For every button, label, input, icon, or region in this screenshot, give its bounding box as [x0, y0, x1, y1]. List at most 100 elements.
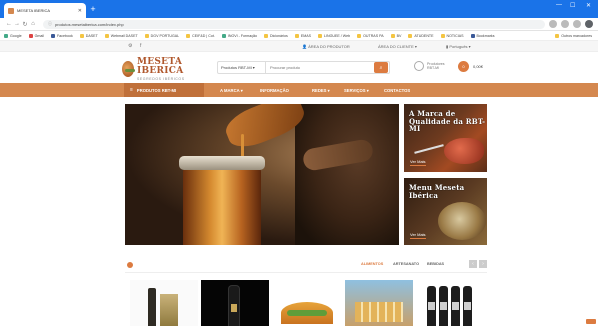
folder-icon [408, 33, 413, 38]
client-area-link[interactable]: ÁREA DO CLIENTE ▾ [378, 44, 417, 49]
folder-icon [390, 33, 395, 38]
bookmark-item[interactable]: EMAS [294, 33, 311, 38]
home-icon[interactable]: ⌂ [29, 21, 37, 27]
tab-crafts[interactable]: ARTESANATO [393, 262, 419, 266]
search-button[interactable]: ⌕ [374, 62, 388, 73]
banner-see-more-link[interactable]: Ver Mais [410, 159, 426, 166]
nav-item-services[interactable]: SERVIÇOS ▾ [344, 83, 369, 97]
bookmark-item[interactable]: NOTICIAS [440, 33, 464, 38]
compare-icon [414, 61, 424, 71]
new-tab-icon[interactable]: + [88, 4, 98, 14]
menu-icon: ≡ [130, 87, 133, 93]
search-bar: Produtos RBT-MI ▾ ⌕ [217, 61, 390, 74]
bookmark-item[interactable]: CEIF&D | Cot. [186, 33, 215, 38]
banner-see-more-link[interactable]: Ver Mais [410, 232, 426, 239]
bookmark-item[interactable]: INOVI - Formação [221, 33, 257, 38]
other-bookmarks[interactable]: Outros marcadores [555, 33, 592, 38]
back-icon[interactable]: ← [5, 21, 13, 27]
producers-link[interactable]: Produtores RBT-MI [414, 61, 445, 71]
bookmark-item[interactable]: LINGUEE / Web [318, 33, 350, 38]
extension-icon[interactable] [573, 20, 581, 28]
banner-title: A Marca de Qualidade da RBT-MI [409, 109, 486, 133]
bookmark-item[interactable]: Google [4, 33, 22, 38]
tab-drinks[interactable]: BEBIDAS [427, 262, 444, 266]
folder-icon [104, 33, 109, 38]
bookmark-item[interactable]: Webmail DASET [104, 33, 138, 38]
bookmark-item[interactable]: Facebook [50, 33, 73, 38]
section-icon [127, 262, 133, 268]
bookmark-item[interactable]: ATUDENTE [408, 33, 434, 38]
cart-button[interactable]: 0 0,00€ [458, 61, 483, 72]
url-field[interactable]: ⓘ produtos.mesetaiberica.com/index.php [43, 19, 545, 29]
folder-icon [264, 33, 269, 38]
bookmark-item[interactable]: Gmail [28, 33, 44, 38]
browser-tab[interactable]: MESETA IBERICA ✕ [4, 3, 86, 18]
search-category-select[interactable]: Produtos RBT-MI ▾ [218, 62, 266, 73]
scroll-top-button[interactable] [586, 319, 596, 324]
folder-icon [318, 33, 322, 38]
folder-icon [555, 33, 560, 38]
carousel-next-icon[interactable]: › [479, 260, 487, 268]
address-bar: ← → ↻ ⌂ ⓘ produtos.mesetaiberica.com/ind… [0, 18, 598, 31]
site-favicon-icon [8, 7, 14, 14]
bookmark-item[interactable]: DASET [79, 33, 98, 38]
folder-icon [79, 33, 84, 38]
product-card[interactable] [417, 280, 485, 326]
bookmark-icon [4, 33, 8, 38]
search-input[interactable] [266, 62, 374, 73]
bookmark-item[interactable]: Dicionários [264, 33, 288, 38]
logo-tagline: SEGREDOS IBÉRICOS [136, 76, 185, 81]
search-icon: ⌕ [379, 64, 383, 71]
product-tabs: ALIMENTOS ARTESANATO BEBIDAS ‹ › [125, 258, 487, 272]
folder-icon [440, 33, 445, 38]
bookmark-item[interactable]: DGV PORTUGAL [144, 33, 179, 38]
product-card[interactable] [130, 280, 198, 326]
hero-image-honey[interactable] [125, 104, 399, 245]
producer-area-link[interactable]: 👤 ÁREA DO PRODUTOR [302, 44, 350, 49]
extension-icon[interactable] [561, 20, 569, 28]
bookmark-item[interactable]: Bookmarks [470, 33, 495, 38]
url-text: produtos.mesetaiberica.com/index.php [55, 21, 124, 27]
profile-avatar-icon[interactable] [585, 20, 593, 28]
language-select[interactable]: ▮ Português ▾ [446, 44, 471, 49]
nav-item-networks[interactable]: REDES ▾ [312, 83, 330, 97]
info-icon[interactable]: ⓘ [48, 21, 52, 27]
banner-quality-brand[interactable]: A Marca de Qualidade da RBT-MI Ver Mais [404, 104, 487, 172]
banner-title: Menu Meseta Ibérica [409, 183, 465, 200]
browser-window: MESETA IBERICA ✕ + — ☐ ✕ ← → ↻ ⌂ ⓘ produ… [0, 0, 598, 326]
bookmark-item[interactable]: OUTRAS PA [357, 33, 384, 38]
product-card[interactable] [273, 280, 341, 326]
nav-item-information[interactable]: INFORMAÇÃO [260, 83, 289, 97]
facebook-icon[interactable]: f [140, 43, 141, 49]
product-carousel [125, 280, 487, 326]
tab-title: MESETA IBERICA [17, 8, 51, 13]
reload-icon[interactable]: ↻ [21, 21, 29, 28]
main-nav: ≡ PRODUTOS RBT-MI A MARCA ▾ INFORMAÇÃO R… [0, 83, 598, 97]
cart-total: 0,00€ [473, 64, 484, 69]
bookmark-item[interactable]: BV [390, 33, 401, 38]
products-menu-button[interactable]: ≡ PRODUTOS RBT-MI [124, 83, 204, 97]
nav-item-contacts[interactable]: CONTACTOS [384, 83, 410, 97]
folder-icon [294, 33, 299, 38]
star-icon[interactable] [549, 20, 557, 28]
folder-icon [357, 33, 362, 38]
tab-food[interactable]: ALIMENTOS [361, 262, 383, 266]
bookmark-icon [28, 33, 33, 38]
logo-mark-icon [122, 61, 135, 77]
forward-icon[interactable]: → [13, 21, 21, 27]
carousel-prev-icon[interactable]: ‹ [469, 260, 477, 268]
close-tab-icon[interactable]: ✕ [78, 8, 82, 14]
maximize-icon[interactable]: ☐ [570, 2, 575, 9]
nav-item-brand[interactable]: A MARCA ▾ [220, 83, 243, 97]
bookmarks-bar: Google Gmail Facebook DASET Webmail DASE… [0, 31, 598, 41]
cart-count-badge: 0 [458, 61, 469, 72]
tab-strip: MESETA IBERICA ✕ + — ☐ ✕ [0, 0, 598, 18]
settings-icon[interactable]: ⚙ [128, 43, 132, 49]
site-logo[interactable]: MESETA IBERICA SEGREDOS IBÉRICOS [122, 57, 208, 81]
banner-menu[interactable]: Menu Meseta Ibérica Ver Mais [404, 178, 487, 245]
minimize-icon[interactable]: — [556, 2, 562, 8]
product-card[interactable] [345, 280, 413, 326]
folder-icon [144, 33, 149, 38]
close-window-icon[interactable]: ✕ [586, 2, 591, 9]
product-card[interactable] [201, 280, 269, 326]
